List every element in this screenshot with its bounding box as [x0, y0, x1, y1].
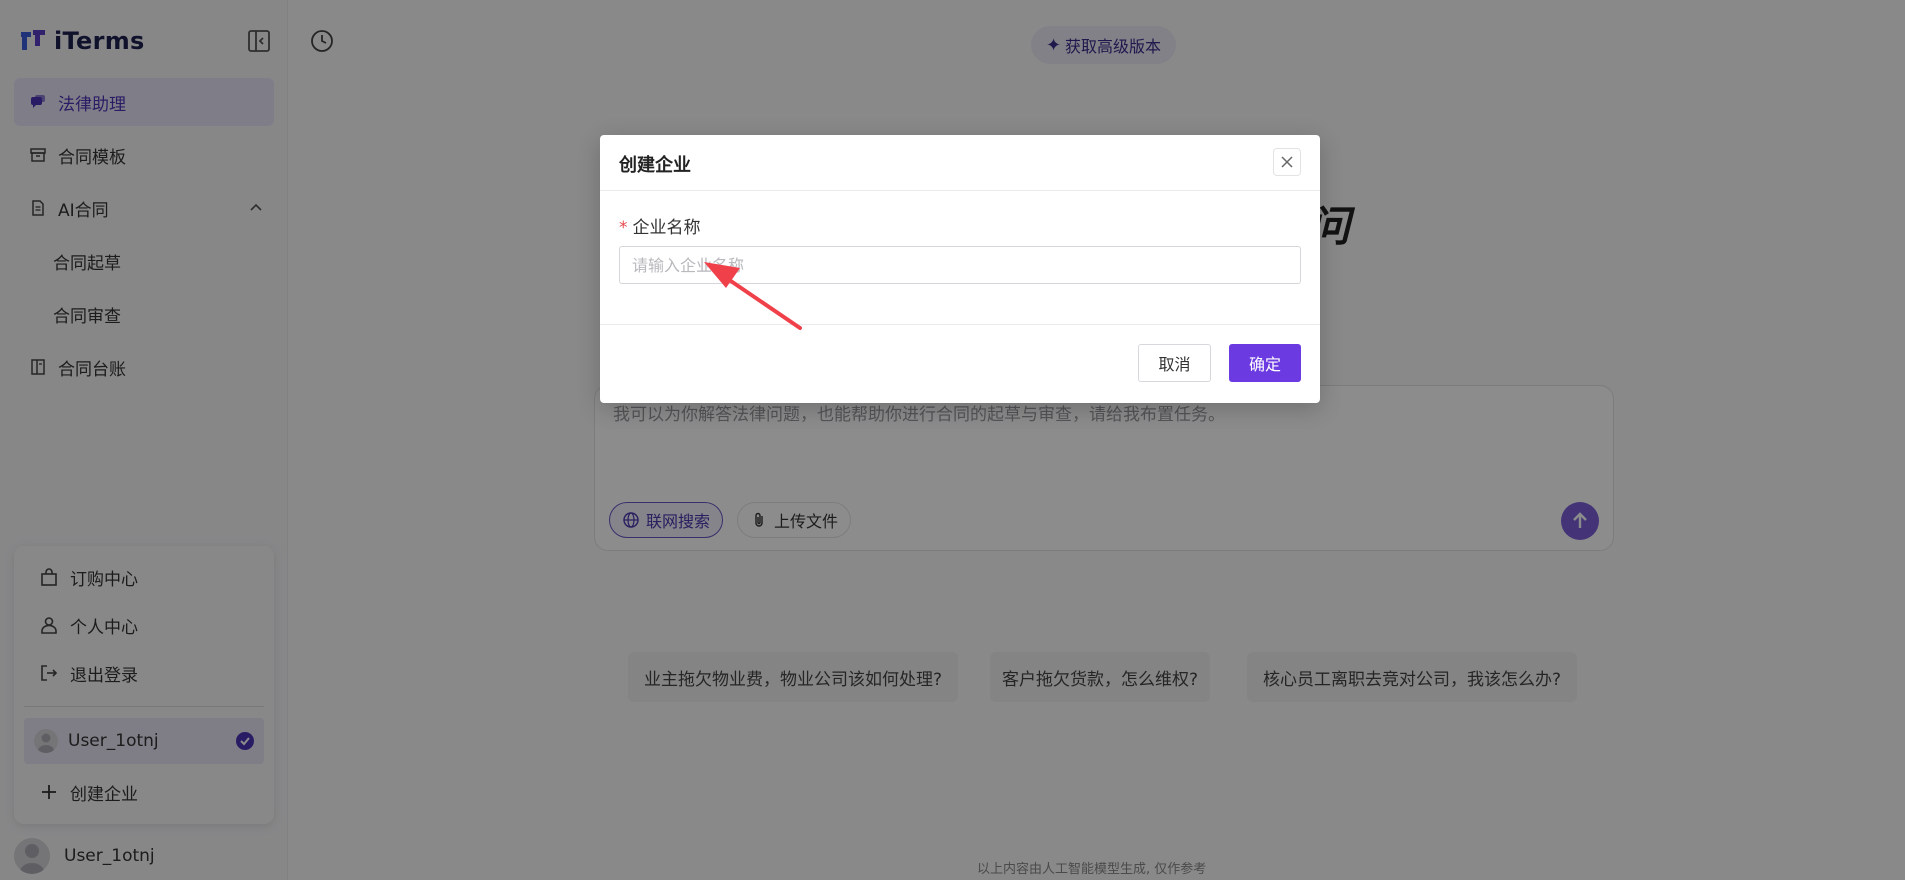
field-label-text: 企业名称 — [632, 218, 701, 238]
modal-backdrop[interactable] — [0, 0, 1905, 880]
enterprise-name-input[interactable] — [619, 246, 1301, 284]
confirm-button[interactable]: 确定 — [1229, 344, 1301, 382]
enterprise-name-label: * 企业名称 — [619, 213, 701, 238]
required-mark: * — [619, 218, 628, 238]
close-button[interactable] — [1273, 148, 1301, 176]
create-enterprise-dialog: 创建企业 *企业名称 取消 确定 — [600, 135, 1320, 403]
cancel-button[interactable]: 取消 — [1138, 344, 1211, 382]
dialog-divider — [600, 190, 1320, 191]
close-icon — [1281, 156, 1293, 168]
dialog-title: 创建企业 — [619, 155, 691, 176]
dialog-divider — [600, 324, 1320, 325]
